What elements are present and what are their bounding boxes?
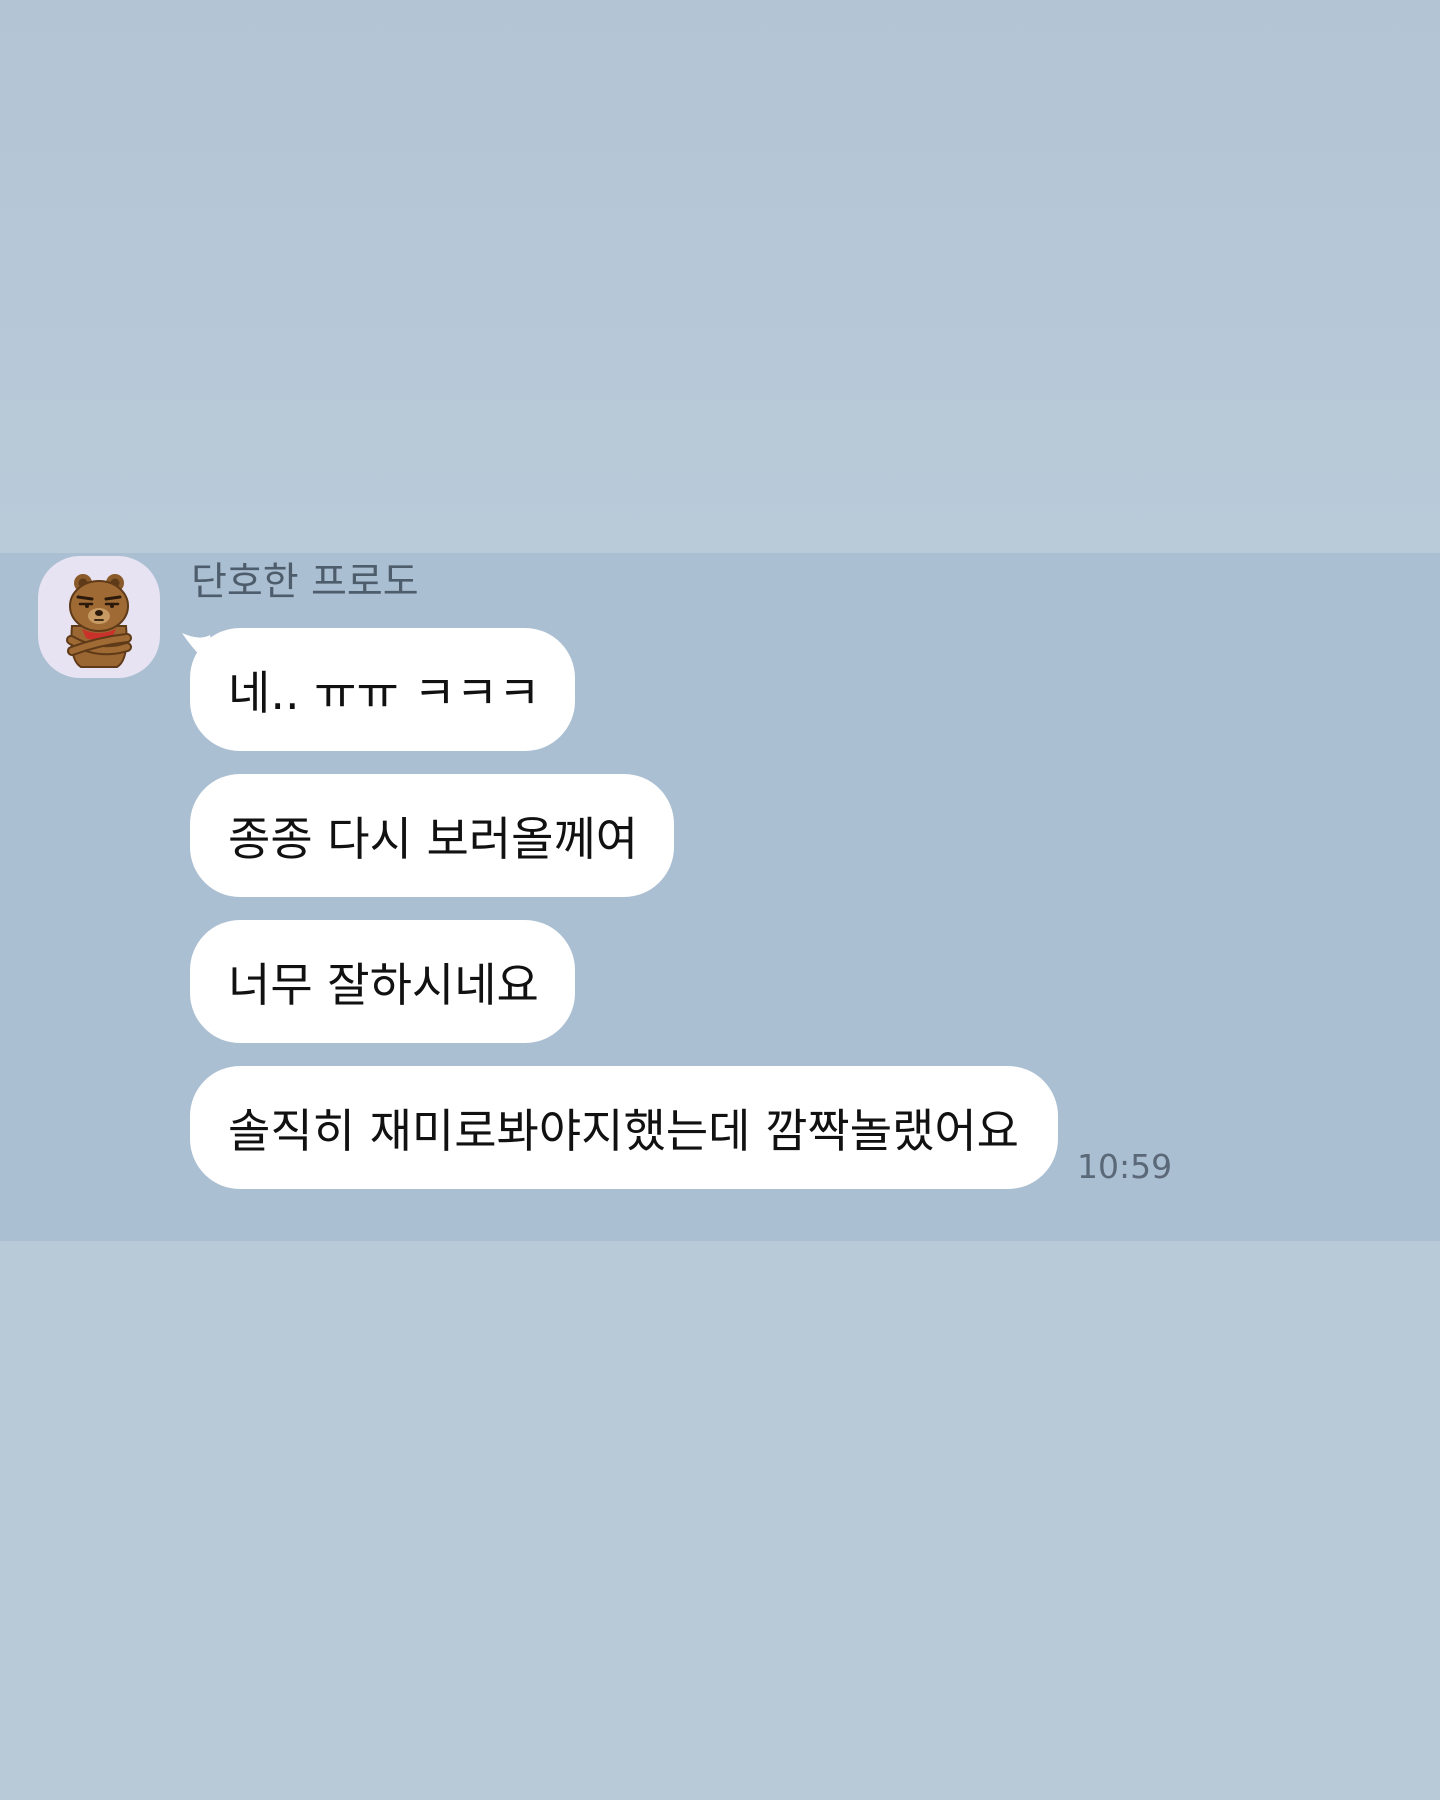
message-text: 너무 잘하시네요	[228, 957, 539, 1012]
message-bubble[interactable]: 솔직히 재미로봐야지했는데 깜짝놀랬어요	[190, 1066, 1058, 1189]
message-group: 단호한 프로도 네.. ㅠㅠ ㅋㅋㅋ 종종 다시 보러올께여 너무 잘하시네요 …	[0, 553, 1440, 1241]
message-text: 솔직히 재미로봐야지했는데 깜짝놀랬어요	[228, 1103, 1020, 1158]
message-bubble[interactable]: 너무 잘하시네요	[190, 920, 575, 1043]
message-text: 종종 다시 보러올께여	[228, 811, 639, 866]
message-text: 네.. ㅠㅠ ㅋㅋㅋ	[228, 665, 541, 720]
chat-screen: 단호한 프로도 네.. ㅠㅠ ㅋㅋㅋ 종종 다시 보러올께여 너무 잘하시네요 …	[0, 0, 1440, 1800]
bear-character-avatar-icon	[66, 574, 132, 668]
message-bubble[interactable]: 네.. ㅠㅠ ㅋㅋㅋ	[190, 628, 575, 751]
sender-avatar[interactable]	[38, 556, 160, 678]
message-timestamp: 10:59	[1077, 1147, 1173, 1186]
message-bubble[interactable]: 종종 다시 보러올께여	[190, 774, 674, 897]
sender-name: 단호한 프로도	[191, 560, 419, 605]
